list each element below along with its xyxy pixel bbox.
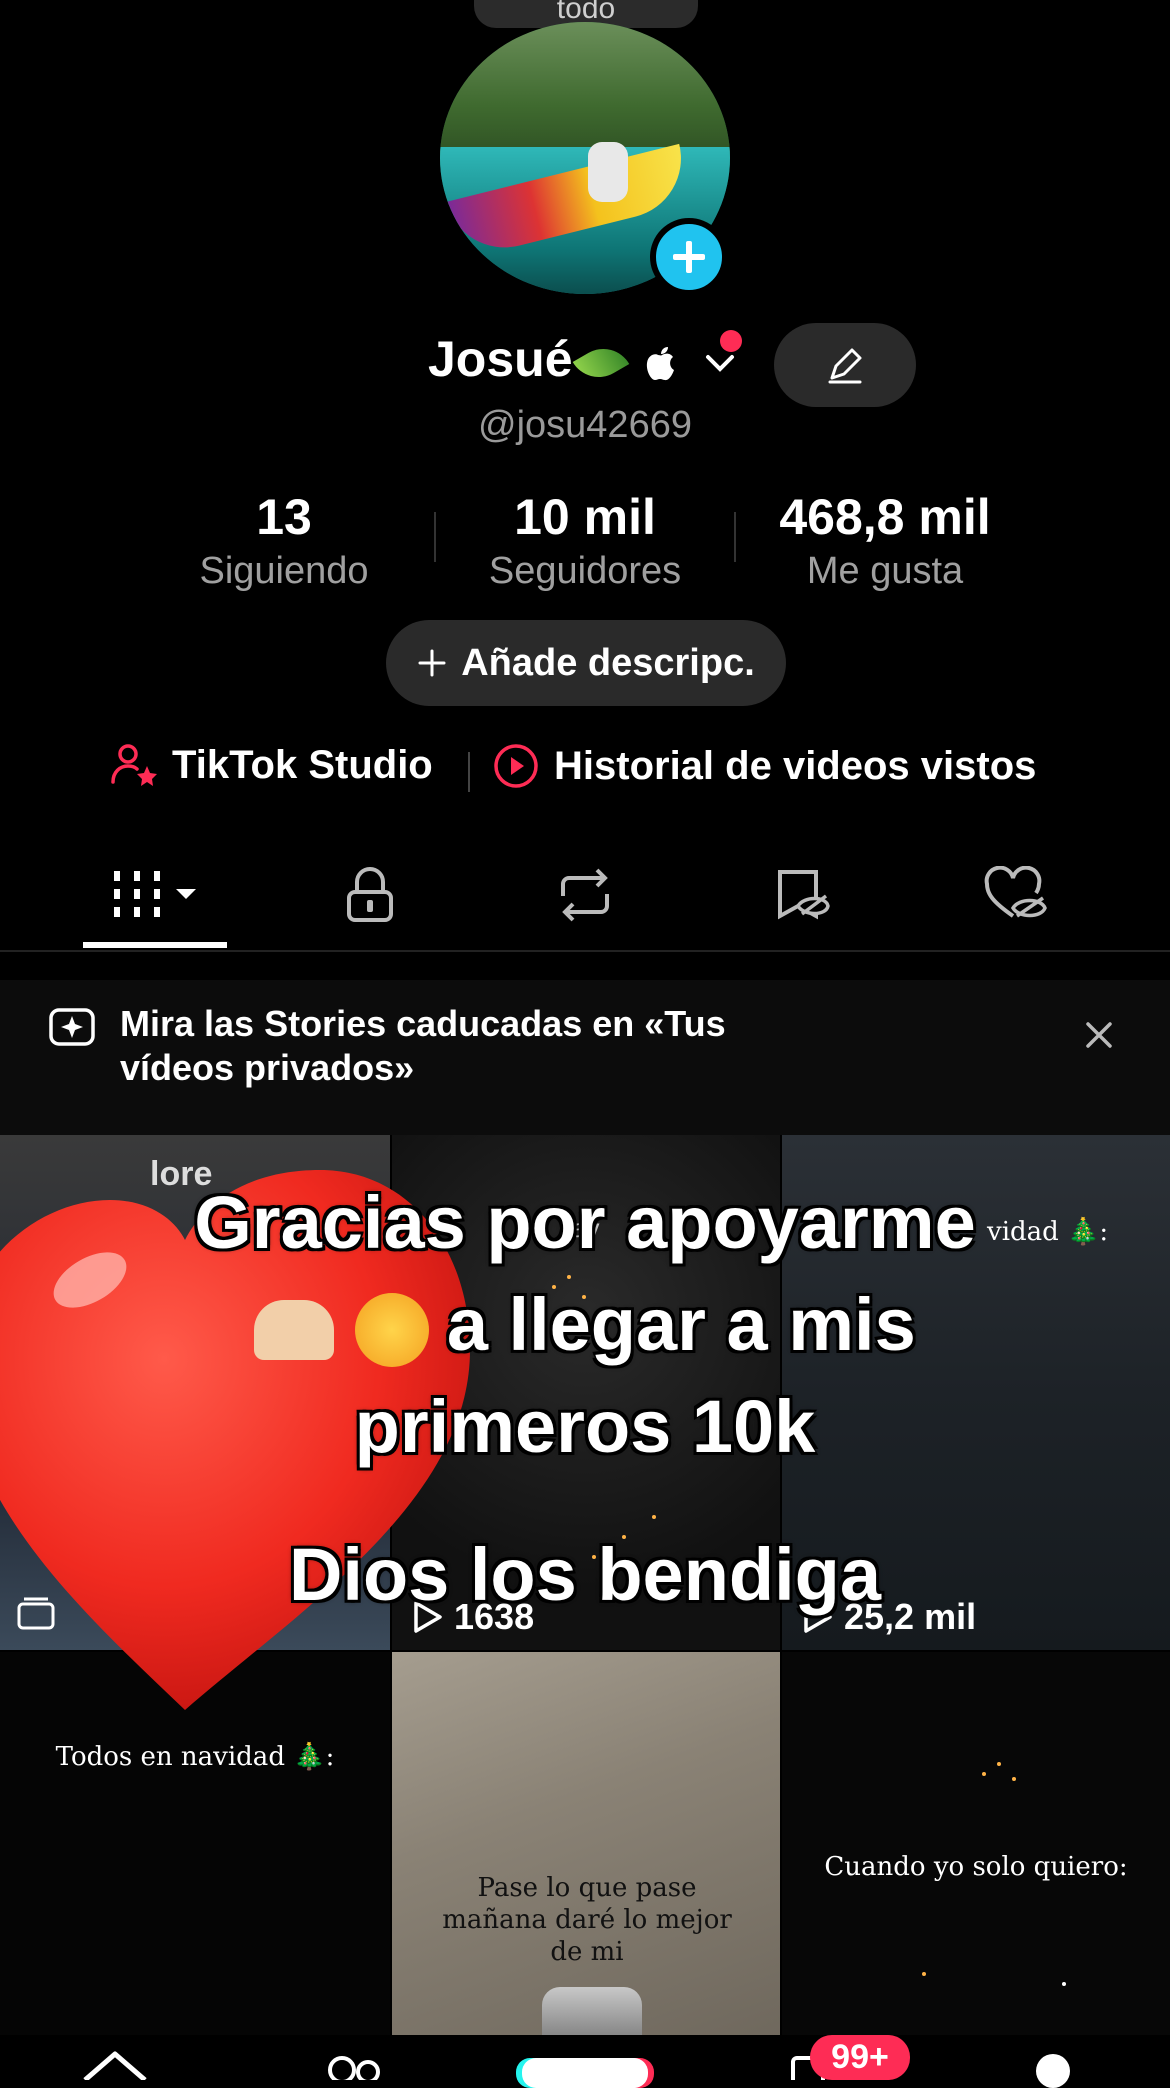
stat-following-label: Siguiendo (199, 550, 369, 592)
watch-history-label: Historial de videos vistos (554, 743, 1037, 788)
profile-tab-icon[interactable] (1036, 2054, 1070, 2088)
pencil-icon (828, 348, 862, 384)
watch-history-link[interactable]: Historial de videos vistos (492, 742, 1036, 790)
heart-hidden-icon (984, 866, 1047, 918)
notification-dot (720, 330, 742, 352)
profile-name: Josué (428, 331, 573, 387)
profile-name-row[interactable]: Josué (428, 330, 736, 388)
home-icon[interactable] (80, 2050, 150, 2080)
tab-favorites[interactable] (762, 865, 842, 925)
stat-followers-value: 10 mil (514, 489, 656, 545)
avatar-trees (440, 22, 730, 162)
leaf-emoji-icon (572, 337, 629, 388)
plus-icon (418, 649, 446, 677)
add-story-button[interactable] (650, 218, 728, 296)
overlay-line-3: primeros 10k (354, 1385, 816, 1468)
profile-tabs (0, 845, 1170, 952)
heart-hands-emoji-icon (254, 1300, 335, 1361)
tab-videos[interactable] (108, 865, 208, 925)
play-circle-icon (494, 744, 538, 788)
edit-profile-button[interactable] (774, 323, 916, 407)
thumbnail-text: Pase lo que pase mañana daré lo mejor de… (442, 1873, 732, 1967)
stat-likes[interactable]: 468,8 mil Me gusta (735, 488, 1035, 593)
user-star-icon (111, 744, 157, 786)
stat-following-value: 13 (256, 489, 312, 545)
inbox-badge-count: 99+ (831, 2038, 889, 2076)
overlay-line-4: Dios los bendiga (288, 1533, 882, 1616)
active-tab-indicator (83, 942, 227, 948)
avatar-person (588, 142, 628, 202)
plus-icon (673, 241, 705, 273)
friends-icon[interactable] (320, 2052, 390, 2080)
create-button[interactable] (522, 2058, 648, 2088)
profile-handle: @josu42669 (478, 404, 692, 446)
stories-banner-text: Mira las Stories caducadas en «Tus vídeo… (120, 1003, 726, 1088)
add-description-label: Añade descripc. (461, 641, 755, 684)
stat-followers-label: Seguidores (488, 550, 682, 592)
lock-icon (347, 867, 393, 922)
tab-private[interactable] (330, 865, 410, 925)
tiktok-studio-label: TikTok Studio (172, 742, 433, 787)
tab-reposts[interactable] (545, 865, 625, 925)
divider (468, 752, 470, 792)
thumbnail-text: Cuando yo solo quiero: (824, 1852, 1128, 1882)
overlay-line-2: a llegar a mis (0, 1282, 1170, 1368)
stat-likes-value: 468,8 mil (779, 489, 991, 545)
tiktok-studio-link[interactable]: TikTok Studio (110, 742, 433, 788)
object-shape (542, 1987, 642, 2037)
chevron-down-icon[interactable] (704, 351, 736, 375)
tab-liked[interactable] (976, 865, 1056, 925)
thumbnail-text: Todos en navidad 🎄: (55, 1742, 335, 1772)
overlay-line-2-text: a llegar a mis (446, 1283, 916, 1366)
story-sparkle-icon (49, 1008, 95, 1046)
stat-following[interactable]: 13 Siguiendo (134, 488, 434, 593)
overlay-line-1: Gracias por apoyarme (194, 1181, 976, 1264)
stat-followers[interactable]: 10 mil Seguidores (435, 488, 735, 593)
video-thumbnail[interactable]: Cuando yo solo quiero: (782, 1652, 1170, 2037)
apple-icon (647, 346, 675, 380)
stat-likes-label: Me gusta (806, 550, 964, 592)
smiling-hearts-emoji-icon (354, 1293, 429, 1368)
inbox-badge: 99+ (810, 2035, 910, 2080)
grid-icon (114, 871, 196, 917)
repost-icon (561, 868, 609, 922)
add-description-button[interactable]: Añade descripc. (386, 620, 786, 706)
close-icon[interactable] (1084, 1020, 1114, 1050)
bookmark-hidden-icon (778, 870, 830, 920)
